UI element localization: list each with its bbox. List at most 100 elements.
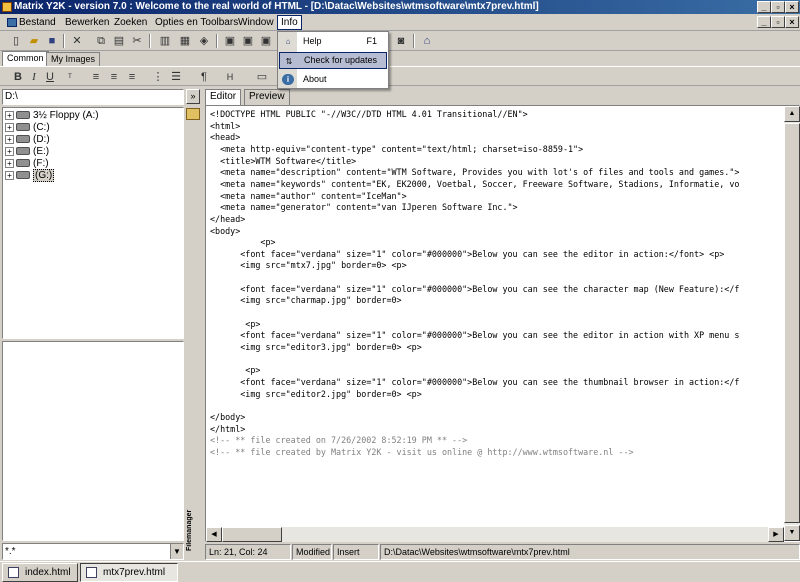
expand-icon[interactable]: + <box>5 122 14 132</box>
menu-item-help[interactable]: ⌂ Help F1 <box>279 33 387 50</box>
horizontal-rule-icon[interactable]: ▭ <box>254 69 270 85</box>
save-icon[interactable]: ■ <box>44 33 60 49</box>
tree-node-d[interactable]: + (D:) <box>5 134 50 146</box>
path-field[interactable]: D:\ <box>2 89 184 105</box>
toolbar-separator <box>216 34 218 48</box>
tab-preview[interactable]: Preview <box>244 89 290 105</box>
scroll-right-icon[interactable]: ▶ <box>768 527 784 542</box>
floppy-drive-icon <box>16 111 30 120</box>
table-icon[interactable]: ▦ <box>177 33 193 49</box>
strikethrough-icon[interactable]: ᵀ <box>62 69 78 85</box>
align-left-icon[interactable]: ≡ <box>88 69 104 85</box>
vertical-scrollbar[interactable]: ▲ ▼ <box>784 106 800 541</box>
scroll-up-icon[interactable]: ▲ <box>784 106 800 122</box>
mdi-restore-icon[interactable]: ▫ <box>771 16 785 28</box>
chart-icon[interactable]: ▥ <box>157 33 173 49</box>
expand-icon[interactable]: + <box>5 110 14 120</box>
window-title-bar[interactable]: Matrix Y2K - version 7.0 : Welcome to th… <box>0 0 800 14</box>
copy-icon[interactable]: ⧉ <box>93 33 109 49</box>
expand-icon[interactable]: + <box>5 158 14 168</box>
insert-mode-indicator: Insert <box>333 544 379 560</box>
italic-icon[interactable]: I <box>26 69 42 85</box>
code-line: <font face="verdana" size="1" color="#00… <box>210 376 740 387</box>
open-folder-icon[interactable]: ▰ <box>26 33 42 49</box>
ordered-list-icon[interactable]: ⋮ <box>150 69 166 85</box>
underline-icon[interactable]: U <box>42 69 58 85</box>
window-title: Matrix Y2K - version 7.0 : Welcome to th… <box>14 1 539 12</box>
chevron-down-icon[interactable]: ▼ <box>170 544 183 559</box>
tab-editor[interactable]: Editor <box>205 89 242 105</box>
tree-node-e[interactable]: + (E:) <box>5 146 49 158</box>
expand-icon[interactable]: + <box>5 146 14 156</box>
code-line: <font face="verdana" size="1" color="#00… <box>210 283 740 294</box>
scroll-down-icon[interactable]: ▼ <box>784 525 800 541</box>
tree-node-floppy[interactable]: +3½ Floppy (A:) <box>5 110 99 122</box>
menu-opties-en-toolbars[interactable]: Opties en Toolbars <box>152 15 241 30</box>
maximize-window-icon[interactable]: ▫ <box>771 1 785 13</box>
tree-node-g[interactable]: + (G:) <box>5 169 55 182</box>
close-window-icon[interactable]: × <box>785 1 799 13</box>
tab-my-images[interactable]: My Images <box>46 52 101 66</box>
code-line: <img src="mtx7.jpg" border=0> <p> <box>210 260 407 271</box>
update-icon: ⇅ <box>285 57 293 66</box>
unordered-list-icon[interactable]: ☰ <box>168 69 184 85</box>
filemanager-strip <box>186 105 200 560</box>
menu-info[interactable]: Info <box>277 15 302 30</box>
tag-icon[interactable]: ◈ <box>196 33 212 49</box>
doc-tab-index[interactable]: index.html <box>2 563 78 582</box>
expand-icon[interactable]: + <box>5 134 14 144</box>
code-line: </html> <box>210 423 246 434</box>
code-line: <p> <box>210 237 276 248</box>
file-filter-value: *.* <box>5 546 16 557</box>
hard-drive-icon <box>16 135 30 144</box>
folder-icon[interactable] <box>186 108 200 120</box>
menu-bestand[interactable]: Bestand <box>5 15 59 30</box>
drive-label: 3½ Floppy (A:) <box>33 110 99 121</box>
doc-tab-mtx7prev[interactable]: mtx7prev.html <box>80 563 178 582</box>
monitor-icon[interactable]: ▣ <box>222 33 238 49</box>
file-filter-select[interactable]: *.* ▼ <box>2 543 184 560</box>
file-list[interactable] <box>2 341 184 541</box>
menu-window[interactable]: Window <box>235 15 277 30</box>
tree-node-c[interactable]: + (C:) <box>5 122 50 134</box>
doc-tab-label: index.html <box>25 567 71 578</box>
horizontal-scroll-thumb[interactable] <box>222 527 282 542</box>
heading-icon[interactable]: H <box>222 69 238 85</box>
code-line: <meta name="keywords" content="EK, EK200… <box>210 178 740 189</box>
paragraph-icon[interactable]: ¶ <box>196 69 212 85</box>
main-toolbar: ▯ ▰ ■ ✕ ⧉ ▤ ✂ ▥ ▦ ◈ ▣ ▣ ▣ ◙ ⌂ <box>0 31 800 51</box>
code-line: <font face="verdana" size="1" color="#00… <box>210 330 740 341</box>
expand-icon[interactable]: + <box>5 170 14 180</box>
menu-zoeken[interactable]: Zoeken <box>111 15 150 30</box>
book-icon[interactable]: ⌂ <box>419 33 435 49</box>
format-toolbar: B I U ᵀ ≡ ≡ ≡ ⋮ ☰ ¶ H ▭ <box>0 66 800 86</box>
code-line: <meta http-equiv="content-type" content=… <box>210 143 584 154</box>
paste-icon[interactable]: ▤ <box>111 33 127 49</box>
code-line: </head> <box>210 213 246 224</box>
code-editor[interactable]: <!DOCTYPE HTML PUBLIC "-//W3C//DTD HTML … <box>205 105 800 542</box>
collapse-panel-icon[interactable]: » <box>186 89 200 104</box>
scroll-left-icon[interactable]: ◀ <box>206 527 222 542</box>
menu-item-about[interactable]: i About <box>279 71 387 88</box>
browser-preview-icon[interactable]: ▣ <box>240 33 256 49</box>
window-icon[interactable]: ▣ <box>258 33 274 49</box>
align-right-icon[interactable]: ≡ <box>124 69 140 85</box>
align-center-icon[interactable]: ≡ <box>106 69 122 85</box>
vertical-scroll-thumb[interactable] <box>784 123 800 523</box>
mdi-minimize-icon[interactable]: _ <box>757 16 771 28</box>
horizontal-scrollbar[interactable]: ◀ ▶ <box>206 527 784 542</box>
cut-icon[interactable]: ✂ <box>129 33 145 49</box>
status-bar: Ln: 21, Col: 24 Modified Insert D:\Datac… <box>205 544 800 560</box>
menu-item-updates-label: Check for updates <box>304 55 378 65</box>
tab-common[interactable]: Common <box>2 51 49 66</box>
bold-icon[interactable]: B <box>10 69 26 85</box>
hard-drive-icon <box>16 171 30 180</box>
menu-bewerken[interactable]: Bewerken <box>62 15 112 30</box>
menu-item-check-for-updates[interactable]: ⇅ Check for updates <box>279 52 387 69</box>
binoculars-icon[interactable]: ◙ <box>393 33 409 49</box>
minimize-window-icon[interactable]: _ <box>757 1 771 13</box>
new-file-icon[interactable]: ▯ <box>8 33 24 49</box>
menu-bar: Bestand Bewerken Zoeken Opties en Toolba… <box>0 14 800 31</box>
mdi-close-icon[interactable]: × <box>785 16 799 28</box>
delete-icon[interactable]: ✕ <box>69 33 85 49</box>
